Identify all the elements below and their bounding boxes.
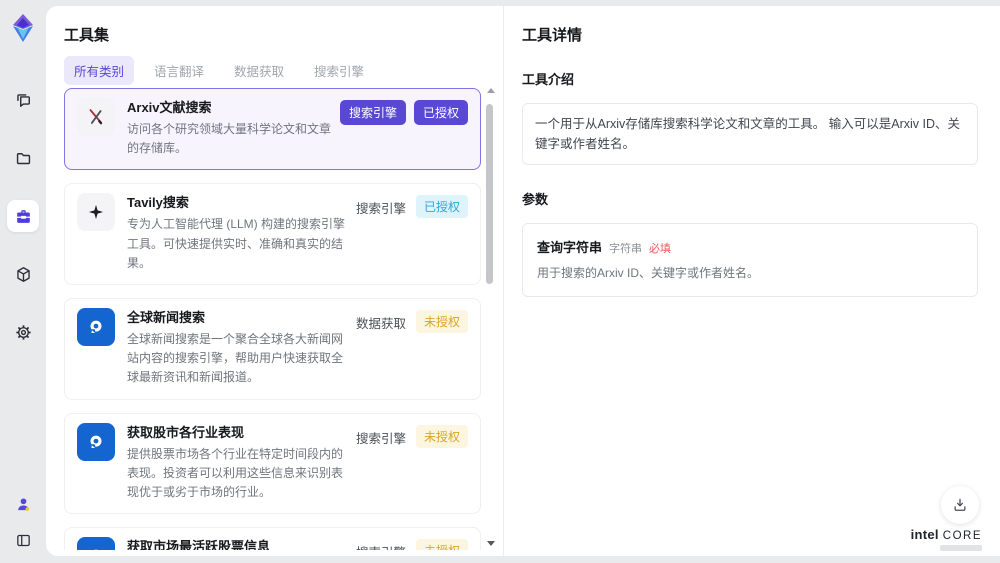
q-blue-icon [77,422,115,461]
scroll-up-arrow-icon[interactable] [487,88,495,93]
param-type: 字符串 [609,243,643,255]
q-blue-icon [77,537,115,550]
core-brand-text: CORE [942,530,982,542]
tool-status-badge[interactable]: 未授权 [415,309,468,333]
tool-description: 访问各个研究领域大量科学论文和文章的存储库。 [127,122,332,156]
param-description: 用于搜索的Arxiv ID、关键字或作者姓名。 [537,266,760,280]
main-panel: 工具集 所有类别 语言翻译 数据获取 搜索引擎 Arxiv文献搜索 访问各个研究领域大量… [46,6,1000,556]
nav-chat-icon[interactable] [7,84,39,116]
tab-0[interactable]: 所有类别 [64,56,135,85]
user-avatar-icon[interactable] [7,491,39,517]
tab-2[interactable]: 数据获取 [224,56,294,85]
arxiv-icon [77,98,115,136]
param-box: 查询字符串 字符串 必填 用于搜索的Arxiv ID、关键字或作者姓名。 [522,223,978,297]
tool-name: 全球新闻搜索 [127,309,206,325]
intel-brand-text: intel [910,527,939,542]
tool-description: 提供股票市场各个行业在特定时间段内的表现。投资者可以利用这些信息来识别表现优于或… [127,446,344,499]
page-title: 工具集 [64,27,110,44]
intel-core-logo: intel CORE [911,527,982,551]
tool-category-badge: 搜索引擎 [355,202,406,217]
tool-card-3[interactable]: 获取股市各行业表现提供股票市场各个行业在特定时间段内的表现。投资者可以利用这些信… [64,412,481,515]
tool-name: Arxiv文献搜索 [127,100,212,115]
tab-1[interactable]: 语言翻译 [144,56,214,85]
detail-title: 工具详情 [522,27,583,44]
tool-name: 获取股市各行业表现 [127,424,245,440]
tool-card-4[interactable]: 获取市场最活跃股票信息提供当天交易量最高的股票列表。投资者可以利用这些信息来识别… [64,527,481,550]
collapse-panel-icon[interactable] [7,527,39,553]
tool-status-badge[interactable]: 已授权 [413,100,468,125]
intro-box: 一个用于从Arxiv存储库搜索科学论文和文章的工具。 输入可以是Arxiv ID… [522,103,978,165]
tool-status-badge[interactable]: 已授权 [415,195,468,219]
left-rail [0,0,46,563]
tool-category-badge[interactable]: 搜索引擎 [339,100,406,125]
tool-category-badge: 数据获取 [355,316,406,331]
intro-text: 一个用于从Arxiv存储库搜索科学论文和文章的工具。 输入可以是Arxiv ID… [535,117,961,151]
intel-badge-sub [940,545,982,551]
tool-card-2[interactable]: 全球新闻搜索全球新闻搜索是一个聚合全球各大新闻网站内容的搜索引擎，帮助用户快速获… [64,297,481,400]
tool-category-badge: 搜索引擎 [354,539,408,550]
param-name: 查询字符串 [537,240,603,255]
tool-category-badge: 搜索引擎 [355,431,406,446]
tab-3[interactable]: 搜索引擎 [304,56,374,85]
q-blue-icon [77,307,115,346]
nav-folder-icon[interactable] [7,142,39,174]
tool-name: Tavily搜索 [127,195,189,211]
download-icon [954,498,966,511]
params-heading: 参数 [522,192,549,207]
scrollbar-thumb[interactable] [486,104,493,284]
scroll-down-arrow-icon[interactable] [487,541,495,546]
tool-status-badge[interactable]: 未授权 [415,539,468,550]
tool-status-badge[interactable]: 未授权 [415,424,468,448]
tool-list-scrollbar[interactable] [486,88,495,546]
tavily-icon [77,193,115,232]
category-tabs: 所有类别 语言翻译 数据获取 搜索引擎 [64,56,374,85]
intro-heading: 工具介绍 [522,72,575,87]
tool-detail-column: 工具详情 工具介绍 一个用于从Arxiv存储库搜索科学论文和文章的工具。 输入可… [505,6,1000,556]
tool-card-1[interactable]: Tavily搜索专为人工智能代理 (LLM) 构建的搜索引擎工具。可快速提供实时… [64,183,481,285]
nav-settings-icon[interactable] [7,316,39,348]
tool-card-0[interactable]: Arxiv文献搜索访问各个研究领域大量科学论文和文章的存储库。 搜索引擎 已授权 [64,88,481,171]
app-logo-icon [8,12,38,44]
tool-list: Arxiv文献搜索 访问各个研究领域大量科学论文和文章的存储库。 搜索引擎 已授权 Ta… [64,88,481,550]
param-required-badge: 必填 [649,243,672,255]
tool-name: 获取市场最活跃股票信息 [127,539,271,550]
tool-description: 专为人工智能代理 (LLM) 构建的搜索引擎工具。可快速提供实时、准确和真实的结… [127,217,346,270]
nav-toolbox-icon[interactable] [7,200,39,232]
download-button[interactable] [941,486,979,524]
toolset-column: 工具集 所有类别 语言翻译 数据获取 搜索引擎 Arxiv文献搜索 访问各个研究领域大量… [46,6,504,556]
tool-description: 全球新闻搜索是一个聚合全球各大新闻网站内容的搜索引擎，帮助用户快速获取全球最新资… [127,331,344,385]
nav-package-icon[interactable] [7,258,39,290]
